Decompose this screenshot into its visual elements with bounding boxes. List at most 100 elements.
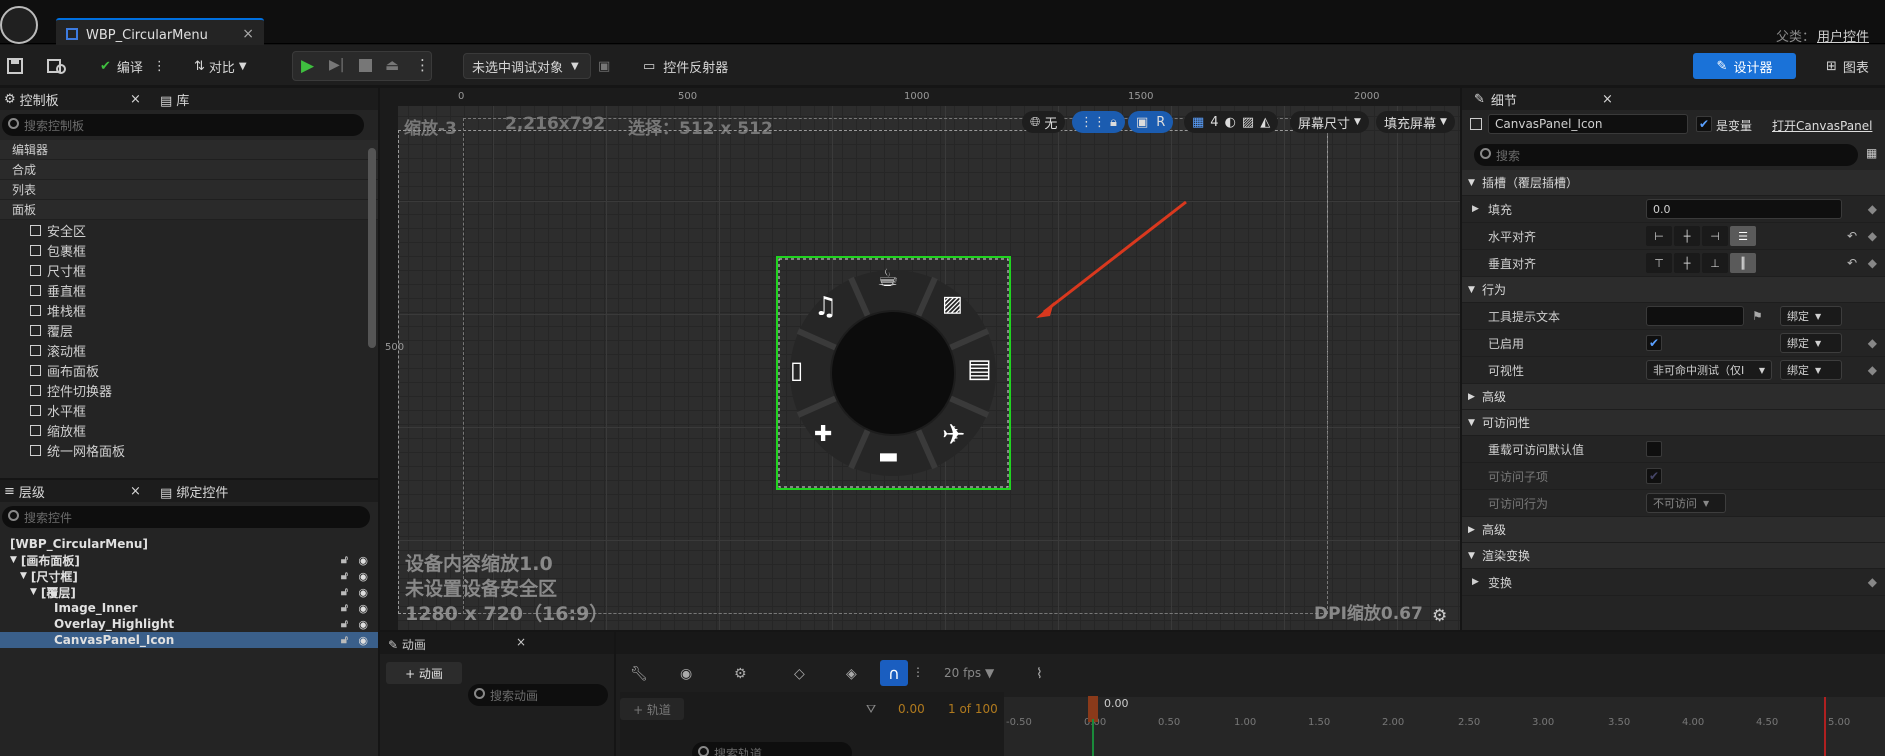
expand-icon[interactable]: ▼ [10,555,17,565]
close-details-icon[interactable]: × [1602,92,1613,107]
lock-icon[interactable]: 🔓︎ [341,601,348,615]
tooltip-bind-dropdown[interactable]: 绑定 ▼ [1780,306,1842,326]
reset-icon[interactable]: ↶ [1847,229,1857,243]
snap-menu-icon[interactable]: ⋮ [912,665,924,679]
lock-icon[interactable]: 🔓︎ [341,569,348,583]
palette-item-overlay[interactable]: 覆层 [0,320,378,340]
tree-row-image-inner[interactable]: Image_Inner 🔓︎ ◉ [0,600,378,616]
table-view-icon[interactable]: ▦ [1866,146,1877,160]
palette-item-horizontal-box[interactable]: 水平框 [0,400,378,420]
palette-scrollbar[interactable] [368,148,376,348]
animation-tab[interactable]: ✎ 动画 [388,636,426,653]
enabled-checkbox[interactable]: ✔ [1646,335,1662,351]
enabled-bind-dropdown[interactable]: 绑定 ▼ [1780,333,1842,353]
music-icon[interactable]: ♫ [814,292,837,322]
image-icon[interactable]: ▨ [942,292,963,317]
visibility-bind-dropdown[interactable]: 绑定 ▼ [1780,360,1842,380]
expand-icon[interactable]: ▼ [20,571,27,581]
category-list[interactable]: 列表 [0,180,378,200]
bind-widgets-tab[interactable]: ▤ 绑定控件 [160,482,228,501]
expand-icon[interactable]: ▶ [1472,204,1479,214]
is-variable-checkbox[interactable]: ✔ [1696,116,1712,132]
section-advanced-2[interactable]: ▶ 高级 [1462,517,1885,543]
palette-item-scale-box[interactable]: 缩放框 [0,420,378,440]
step-icon[interactable]: ▶| [329,57,344,73]
align-vfill-icon[interactable]: ║ [1730,253,1756,273]
open-canvaspanel-link[interactable]: 打开CanvasPanel [1772,117,1872,134]
palette-item-scroll-box[interactable]: 滚动框 [0,340,378,360]
magnet-snap-icon[interactable]: ∩ [880,660,908,686]
palette-item-vertical-box[interactable]: 垂直框 [0,280,378,300]
keyframe-options-icon[interactable]: ◇ [794,666,805,682]
eye-options-icon[interactable]: ◉ [680,666,692,682]
grid-snap-toggle[interactable]: ▦ 4 ◐ ▨ ◭ [1184,111,1279,133]
radial-menu-widget[interactable]: ☕︎ ▨ ▤ ✈︎ ▬ ✚ ▯ ♫ [776,256,1011,490]
align-left-icon[interactable]: ⊢ [1646,226,1672,246]
graph-mode-button[interactable]: ⊞ 图表 [1826,53,1869,79]
play-icon[interactable]: ▶ [301,56,314,76]
wrench-icon[interactable]: 🔧︎ [630,666,648,682]
diff-button[interactable]: ⇅ 对比 ▼ [194,53,247,79]
browse-icon[interactable] [46,53,68,79]
lock-icon[interactable]: 🔓︎ [341,553,348,567]
fps-dropdown[interactable]: 20 fps ▼ [944,666,994,680]
close-tab-icon[interactable]: × [242,26,254,42]
eye-icon[interactable]: ◉ [358,618,368,631]
curve-editor-icon[interactable]: ⌇ [1036,666,1043,682]
animation-search-input[interactable]: 搜索动画 [468,684,608,706]
lock-icon[interactable]: 🔓︎ [341,585,348,599]
align-bottom-icon[interactable]: ⊥ [1702,253,1728,273]
add-track-button[interactable]: + 轨道 [620,698,684,720]
align-middle-icon[interactable]: ┼ [1674,253,1700,273]
align-right-icon[interactable]: ⊣ [1702,226,1728,246]
tree-row-canvas[interactable]: ▼ [画布面板] 🔓︎ ◉ [0,552,378,568]
document-icon[interactable]: ▤ [967,354,992,384]
keyframe-icon[interactable]: ◆ [1868,229,1877,243]
keyframe-icon[interactable]: ◆ [1868,336,1877,350]
visibility-dropdown[interactable]: 非可命中测试（仅I ▼ [1646,360,1772,380]
snap-options-icon[interactable]: ⚙ [734,666,747,682]
palette-item-stack-box[interactable]: 堆栈框 [0,300,378,320]
end-marker[interactable] [1824,697,1826,756]
key-icon[interactable]: ◈ [846,666,857,682]
medkit-icon[interactable]: ✚ [814,422,832,447]
category-composite[interactable]: 合成 [0,160,378,180]
debug-browse-icon[interactable]: ▣ [598,53,610,79]
details-search-input[interactable]: 搜索 [1474,144,1858,166]
widget-name-input[interactable]: CanvasPanel_Icon [1488,114,1688,134]
close-palette-icon[interactable]: × [130,92,141,107]
align-center-icon[interactable]: ┼ [1674,226,1700,246]
tree-row-overlay-highlight[interactable]: Overlay_Highlight 🔓︎ ◉ [0,616,378,632]
close-animation-icon[interactable]: × [516,635,526,649]
details-tab[interactable]: 细节 [1491,90,1517,109]
coffee-icon[interactable]: ☕︎ [877,264,899,292]
designer-mode-button[interactable]: ✎ 设计器 [1693,53,1796,79]
section-advanced[interactable]: ▶ 高级 [1462,384,1885,410]
eject-icon[interactable]: ⏏ [385,56,399,74]
tree-row-size-box[interactable]: ▼ [尺寸框] 🔓︎ ◉ [0,568,378,584]
compile-button[interactable]: ✔ 编译 ⋮ [100,53,166,79]
keyframe-icon[interactable]: ◆ [1868,202,1877,216]
expand-icon[interactable]: ▶ [1472,577,1479,587]
debug-target-select[interactable]: 未选中调试对象 ▼ [463,53,591,79]
outline-lock-toggle[interactable]: ⋮⋮ 🔒︎ [1072,111,1125,133]
section-behavior[interactable]: ▼ 行为 [1462,277,1885,303]
palette-item-widget-switcher[interactable]: 控件切换器 [0,380,378,400]
category-editor[interactable]: 编辑器 [0,140,378,160]
expand-icon[interactable]: ▼ [30,587,37,597]
align-fill-icon[interactable]: ☰ [1730,226,1756,246]
respect-locks-toggle[interactable]: ▣ R [1128,111,1174,133]
tree-row-canvaspanel-icon[interactable]: CanvasPanel_Icon 🔓︎ ◉ [0,632,378,648]
dpi-preview-toggle[interactable]: 🌐︎ 无 [1022,111,1066,133]
reset-icon[interactable]: ↶ [1847,256,1857,270]
close-hierarchy-icon[interactable]: × [130,484,141,499]
hierarchy-tab[interactable]: 层级 [19,482,45,501]
eye-icon[interactable]: ◉ [358,570,368,583]
timeline-ruler[interactable]: -0.50 0.00 0.50 1.00 1.50 2.00 2.50 3.00… [1004,696,1885,756]
eye-icon[interactable]: ◉ [358,554,368,567]
current-time-readout[interactable]: 0.00 [898,702,925,716]
palette-search-input[interactable]: 搜索控制板 [2,114,364,136]
flag-icon[interactable]: ⚑ [1752,309,1763,323]
library-tab[interactable]: ▤ 库 [160,90,189,109]
widget-reflector-button[interactable]: ▭ 控件反射器 [643,53,728,79]
